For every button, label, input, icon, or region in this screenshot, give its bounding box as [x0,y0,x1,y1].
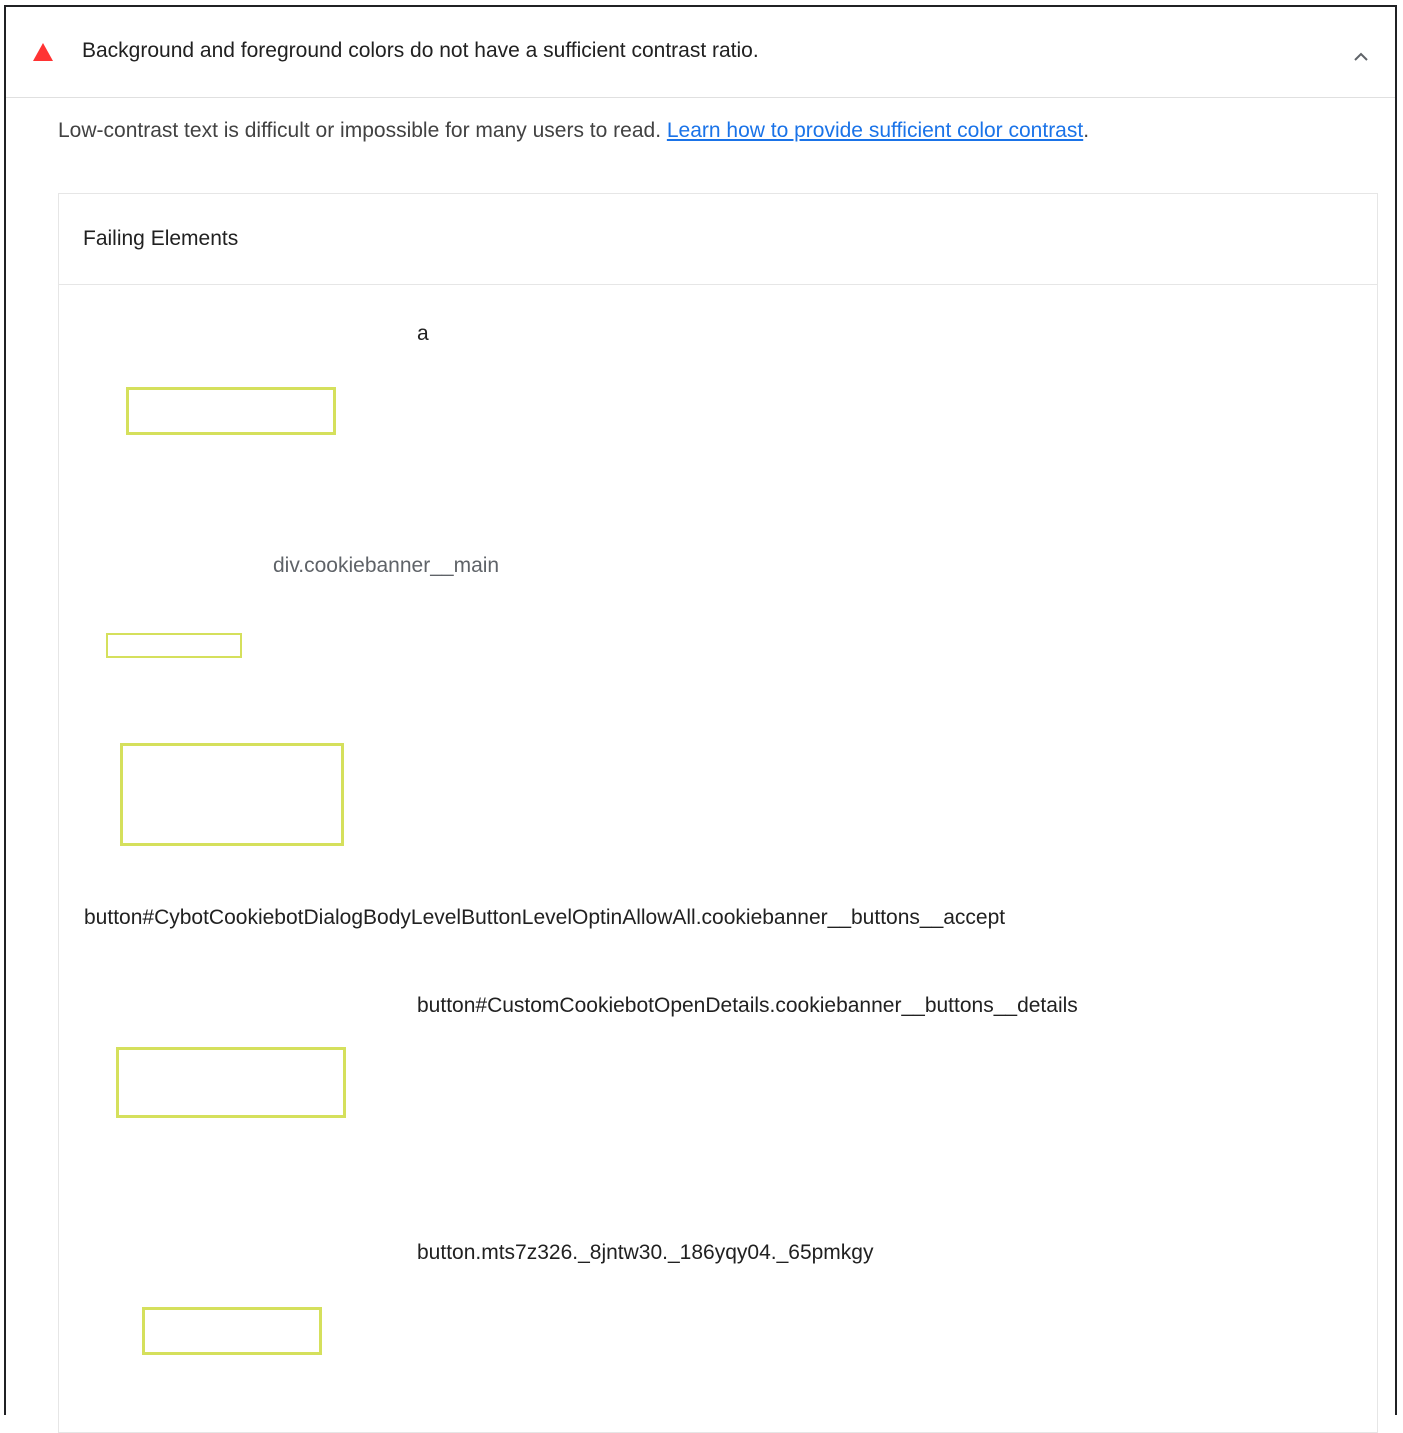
node-label[interactable]: button.mts7z326._8jntw30._186yqy04._65pm… [417,1241,873,1265]
learn-more-link[interactable]: Learn how to provide sufficient color co… [667,119,1083,142]
audit-header[interactable]: Background and foreground colors do not … [6,7,1395,98]
fail-triangle-icon [33,43,53,61]
audit-title: Background and foreground colors do not … [82,39,759,62]
failing-elements-table: Failing Elements a div.cookiebanner__mai… [58,193,1378,1433]
node-screenshot-thumbnail [126,387,336,435]
node-label[interactable]: button#CustomCookiebotOpenDetails.cookie… [417,994,1078,1018]
table-header: Failing Elements [59,194,1377,285]
description-text: Low-contrast text is difficult or imposs… [58,119,667,142]
node-label[interactable]: div.cookiebanner__main [273,554,499,578]
node-screenshot-thumbnail [120,743,344,846]
audit-description: Low-contrast text is difficult or imposs… [58,119,1089,143]
node-label[interactable]: a [417,322,429,346]
node-screenshot-thumbnail [116,1047,346,1118]
node-label[interactable]: button#CybotCookiebotDialogBodyLevelButt… [84,906,1005,930]
node-screenshot-thumbnail [142,1307,322,1355]
audit-panel: Background and foreground colors do not … [4,5,1397,1433]
chevron-up-icon[interactable] [1351,47,1371,67]
node-screenshot-thumbnail [106,633,242,658]
description-trailing: . [1083,119,1090,142]
table-header-label: Failing Elements [83,227,239,250]
